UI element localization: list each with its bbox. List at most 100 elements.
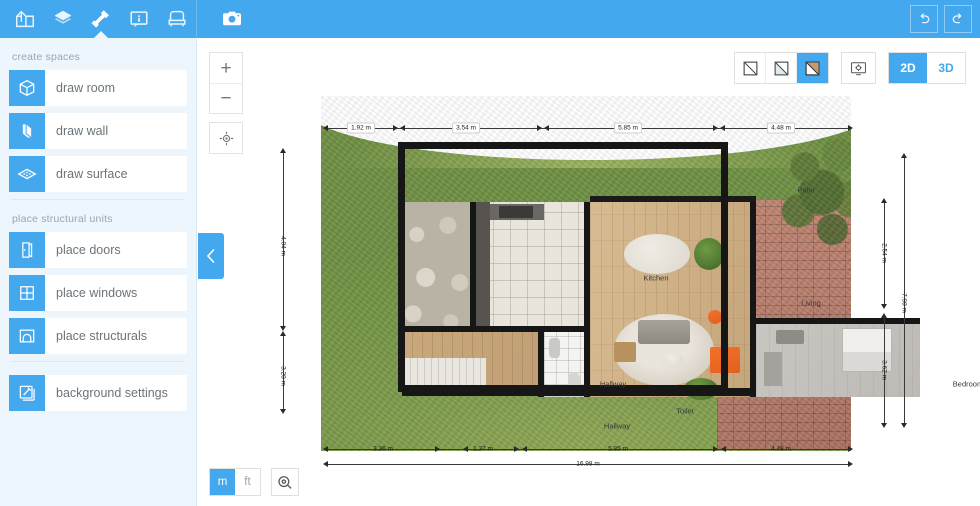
sidebar-label-draw-room: draw room [56,81,116,95]
layers-icon[interactable] [44,0,82,38]
hammer-tools-icon[interactable] [82,0,120,38]
label-bedroom: Bedroom [952,379,980,389]
dim-right-total-arrow-bottom [901,423,907,428]
measure-tool-button[interactable] [271,468,299,496]
wall-render-mode-group [734,52,829,84]
interior-wall-bedroom-top [750,318,920,324]
dimension-mode-group: 2D 3D [888,52,966,84]
dim-left-1-arrow-top [280,148,286,153]
zoom-out-button[interactable]: − [210,83,242,113]
dim-bottom-tick-1l [463,446,468,452]
dim-top-2: 3.54 m [452,122,480,134]
dim-bottom-tick-2r [514,446,519,452]
dim-right-1: 2.54 m [880,243,888,263]
collapse-sidebar-button[interactable] [198,233,224,279]
dim-bottom-1: 3.36 m [373,445,393,453]
sidebar-item-place-windows[interactable]: place windows [9,275,187,311]
tools-sidebar: create spaces draw room draw wall draw s… [0,38,197,506]
zoom-in-button[interactable]: + [210,53,242,83]
interior-wall-bedroom-left [750,202,756,397]
dim-bottom-arrow-end [848,446,853,452]
section-title-create-spaces: create spaces [12,51,80,63]
sidebar-label-place-windows: place windows [56,286,138,300]
redo-button[interactable] [944,5,972,33]
furniture-chair-icon[interactable] [158,0,196,38]
dim-left-2-arrow-top [280,331,286,336]
dim-total-arrow-start [323,461,328,467]
dim-left-2: 3.20 m [279,366,287,386]
undo-button[interactable] [910,5,938,33]
dim-bottom-3: 5.85 m [608,445,628,453]
draw-wall-icon [9,113,45,149]
dim-left-1: 4.04 m [279,236,287,256]
dim-right-1-arrow-top [881,198,887,203]
dim-top-tick-3r [713,125,718,131]
dim-bottom-4: 4.48 m [771,445,791,453]
dim-bottom-tick-2l [522,446,527,452]
dim-right-2: 3.62 m [880,360,888,380]
label-hallway-main: Hallway [599,379,627,389]
exterior-walls [398,142,728,392]
dim-top-tick-3l [720,125,725,131]
dim-top-tick-1r [393,125,398,131]
background-settings-icon [9,375,45,411]
sidebar-item-draw-wall[interactable]: draw wall [9,113,187,149]
sidebar-label-background-settings: background settings [56,386,168,400]
sidebar-item-draw-room[interactable]: draw room [9,70,187,106]
view-controls: 2D 3D [734,52,966,84]
info-panel-icon[interactable] [120,0,158,38]
unit-feet-button[interactable]: ft [235,469,260,495]
sidebar-item-draw-surface[interactable]: draw surface [9,156,187,192]
dim-right-1-arrow-bottom [881,304,887,309]
sidebar-label-draw-wall: draw wall [56,124,109,138]
top-nav-icons [0,0,205,38]
dim-total-arrow-end [848,461,853,467]
wall-light-fill-mode-button[interactable] [766,53,797,83]
undo-redo-group [910,5,972,33]
camera-icon[interactable] [215,2,249,36]
view-2d-button[interactable]: 2D [889,53,927,83]
display-settings-button[interactable] [842,53,875,83]
chevron-left-icon [206,249,215,263]
wall-texture-fill-mode-button[interactable] [797,53,828,83]
dim-right-total-line [904,156,905,426]
sidebar-item-place-structurals[interactable]: place structurals [9,318,187,354]
display-settings-icon [851,61,866,75]
dim-top-arrow-start [323,125,328,131]
label-hallway-secondary: Hallway [603,421,631,431]
plan-canvas[interactable]: Patio Kitchen Living Hallway Hallway Toi… [198,38,980,506]
label-kitchen: Kitchen [643,273,669,283]
wall-outline-mode-button[interactable] [735,53,766,83]
building-3d-icon[interactable] [6,0,44,38]
bedroom-desk [776,330,804,344]
sidebar-item-place-doors[interactable]: place doors [9,232,187,268]
display-settings-group [841,52,876,84]
sidebar-label-draw-surface: draw surface [56,167,128,181]
wall-texture-fill-icon [805,61,820,75]
dim-right-2-arrow-bottom [881,423,887,428]
dim-bottom-tick-1r [435,446,440,452]
section-title-place-structural-units: place structural units [12,213,113,225]
dim-top-arrow-end [848,125,853,131]
sidebar-item-background-settings[interactable]: background settings [9,375,187,411]
center-view-button[interactable] [209,122,243,154]
draw-room-icon [9,70,45,106]
unit-controls: m ft [209,468,299,496]
dim-top-4: 4.48 m [767,122,795,134]
unit-toggle-group: m ft [209,468,261,496]
dim-top-tick-2r [537,125,542,131]
wall-light-fill-icon [774,61,788,75]
dim-bottom-arrow-start [323,446,328,452]
dim-top-tick-2l [544,125,549,131]
dim-right-total: 7.90 m [900,293,908,313]
draw-surface-icon [9,156,45,192]
unit-meters-button[interactable]: m [210,469,235,495]
topbar-right-region [205,0,980,38]
dim-top-tick-1l [400,125,405,131]
bedroom-wardrobe [764,352,782,386]
dim-right-2-arrow-top [881,313,887,318]
view-3d-button[interactable]: 3D [927,53,965,83]
topbar-divider [196,0,197,38]
plan-drawing: Patio Kitchen Living Hallway Hallway Toi… [198,38,980,506]
